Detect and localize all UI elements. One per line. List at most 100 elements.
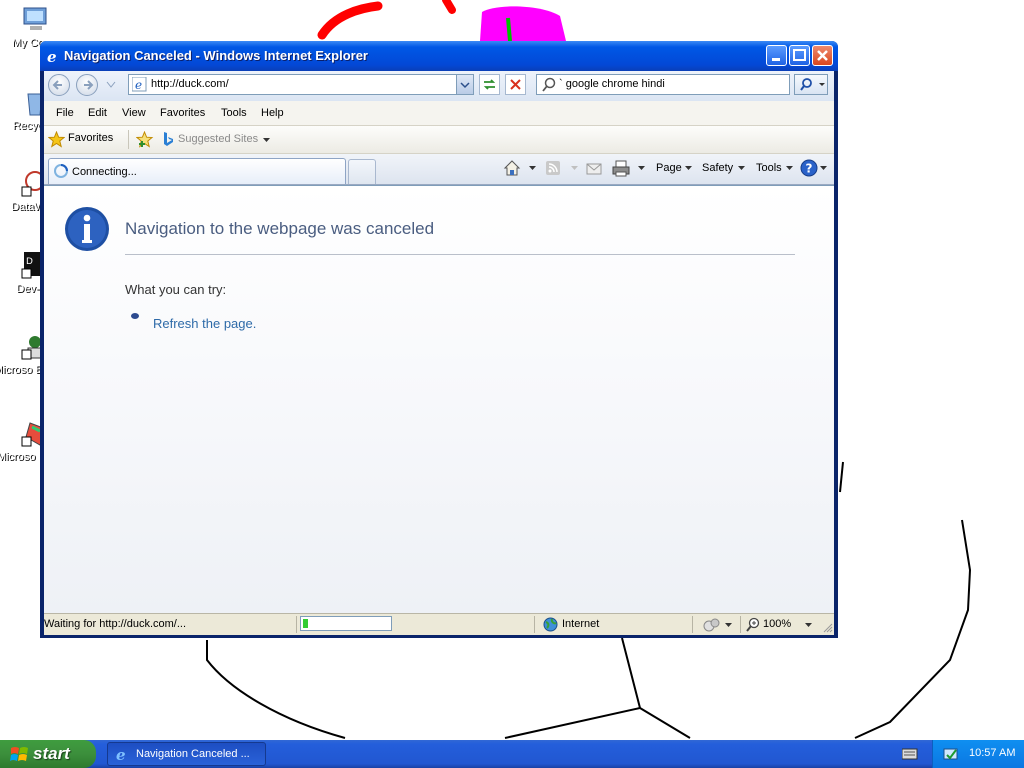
help-icon[interactable]: ? <box>800 159 818 177</box>
ie-logo-icon: e <box>47 48 57 64</box>
internet-globe-icon <box>543 617 558 632</box>
protected-mode-icon[interactable] <box>703 617 721 632</box>
safety-menu[interactable]: Safety <box>702 162 733 174</box>
maximize-icon <box>793 49 806 61</box>
page-content: Navigation to the webpage was canceled W… <box>44 185 834 614</box>
svg-text:D: D <box>26 257 33 267</box>
windows-logo-icon <box>10 747 28 761</box>
favorites-bar: Favorites Suggested Sites <box>44 126 834 154</box>
menu-help[interactable]: Help <box>261 107 284 119</box>
help-dropdown-icon[interactable] <box>820 166 827 171</box>
svg-text:e: e <box>47 48 57 64</box>
tab-label: Connecting... <box>72 166 137 178</box>
search-magnifier-icon <box>800 78 825 91</box>
progress-bar <box>300 616 392 631</box>
svg-text:?: ? <box>806 162 813 176</box>
ie-window: e Navigation Canceled - Windows Internet… <box>40 41 838 638</box>
tools-dropdown-icon[interactable] <box>786 166 793 171</box>
page-dropdown-icon[interactable] <box>685 166 692 171</box>
safety-dropdown-icon[interactable] <box>738 166 745 171</box>
start-label: start <box>33 744 70 763</box>
read-mail-icon[interactable] <box>586 162 602 175</box>
minimize-button[interactable] <box>766 45 787 66</box>
what-you-can-try-label: What you can try: <box>125 282 227 297</box>
star-icon <box>48 131 65 148</box>
forward-arrow-icon <box>84 80 94 90</box>
stop-x-icon <box>510 79 521 90</box>
menu-edit[interactable]: Edit <box>88 107 107 119</box>
tools-menu[interactable]: Tools <box>756 162 782 174</box>
close-button[interactable] <box>812 45 833 66</box>
separator <box>692 616 693 633</box>
zoom-dropdown-icon[interactable] <box>805 623 812 628</box>
refresh-page-link[interactable]: Refresh the page. <box>153 316 256 331</box>
menu-favorites[interactable]: Favorites <box>160 107 205 119</box>
recent-pages-dropdown-icon[interactable] <box>106 81 116 89</box>
forward-button[interactable] <box>76 74 98 96</box>
taskbar-item-ie[interactable]: e Navigation Canceled ... <box>107 742 266 766</box>
protected-mode-dropdown-icon[interactable] <box>725 623 732 628</box>
address-text[interactable]: http://duck.com/ <box>151 78 229 90</box>
separator <box>128 130 129 149</box>
zoom-level[interactable]: 100% <box>763 618 791 630</box>
chevron-down-icon <box>460 82 470 89</box>
new-tab-button[interactable] <box>348 159 376 184</box>
menu-view[interactable]: View <box>122 107 146 119</box>
bullet-icon <box>131 313 139 319</box>
add-favorite-star-icon[interactable] <box>136 131 154 148</box>
home-icon[interactable] <box>503 159 521 177</box>
title-bar[interactable]: e Navigation Canceled - Windows Internet… <box>40 41 838 71</box>
taskbar-item-label: Navigation Canceled ... <box>136 748 250 760</box>
refresh-arrows-icon <box>483 79 496 90</box>
clock[interactable]: 10:57 AM <box>969 747 1015 759</box>
rss-feed-icon[interactable] <box>546 161 561 176</box>
compatibility-view-button[interactable] <box>479 74 500 95</box>
menu-tools[interactable]: Tools <box>221 107 247 119</box>
favorites-label: Favorites <box>68 132 114 144</box>
svg-text:e: e <box>135 78 142 92</box>
close-icon <box>817 50 828 61</box>
feed-dropdown-icon <box>571 166 578 170</box>
maximize-button[interactable] <box>789 45 810 66</box>
separator <box>534 616 535 633</box>
security-zone-label[interactable]: Internet <box>562 618 599 630</box>
back-arrow-icon <box>52 80 62 90</box>
tab-connecting[interactable]: Connecting... <box>48 158 346 184</box>
status-bar: Waiting for http://duck.com/... Internet… <box>44 613 834 635</box>
search-query-text[interactable]: ` google chrome hindi <box>559 78 665 90</box>
menu-bar: File Edit View Favorites Tools Help <box>44 103 834 126</box>
info-icon <box>65 207 109 251</box>
print-dropdown-icon[interactable] <box>638 166 645 171</box>
address-bar[interactable]: e http://duck.com/ <box>128 74 474 95</box>
zoom-icon[interactable] <box>746 617 761 632</box>
taskbar: start e Navigation Canceled ... 10:57 AM <box>0 740 1024 768</box>
print-icon[interactable] <box>612 160 630 177</box>
my-computer-icon <box>23 7 47 30</box>
bing-logo-icon <box>164 132 173 146</box>
separator <box>296 616 297 633</box>
status-text: Waiting for http://duck.com/... <box>44 618 187 630</box>
network-shield-icon[interactable] <box>943 746 960 762</box>
separator <box>740 616 741 633</box>
search-input[interactable]: ` google chrome hindi <box>536 74 790 95</box>
dropdown-triangle-icon[interactable] <box>263 138 270 143</box>
window-title: Navigation Canceled - Windows Internet E… <box>64 48 368 63</box>
search-go-button[interactable] <box>794 74 828 95</box>
menu-file[interactable]: File <box>56 107 74 119</box>
home-dropdown-icon[interactable] <box>529 166 536 171</box>
page-menu[interactable]: Page <box>656 162 682 174</box>
suggested-sites-label[interactable]: Suggested Sites <box>178 133 258 145</box>
back-button[interactable] <box>48 74 70 96</box>
page-ie-icon: e <box>132 77 147 92</box>
ie-logo-icon: e <box>116 746 126 762</box>
progress-fill <box>303 619 308 628</box>
minimize-icon <box>772 58 780 61</box>
browser-client: e http://duck.com/ ` google chrome hindi <box>44 71 834 635</box>
keyboard-icon[interactable] <box>902 748 918 760</box>
loading-spinner-icon <box>54 164 68 178</box>
start-button[interactable]: start <box>0 740 96 768</box>
resize-grip-icon[interactable] <box>822 622 833 633</box>
address-dropdown-button[interactable] <box>456 75 473 94</box>
stop-button[interactable] <box>505 74 526 95</box>
tab-row: Connecting... Page Safety Tools ? <box>44 154 834 185</box>
